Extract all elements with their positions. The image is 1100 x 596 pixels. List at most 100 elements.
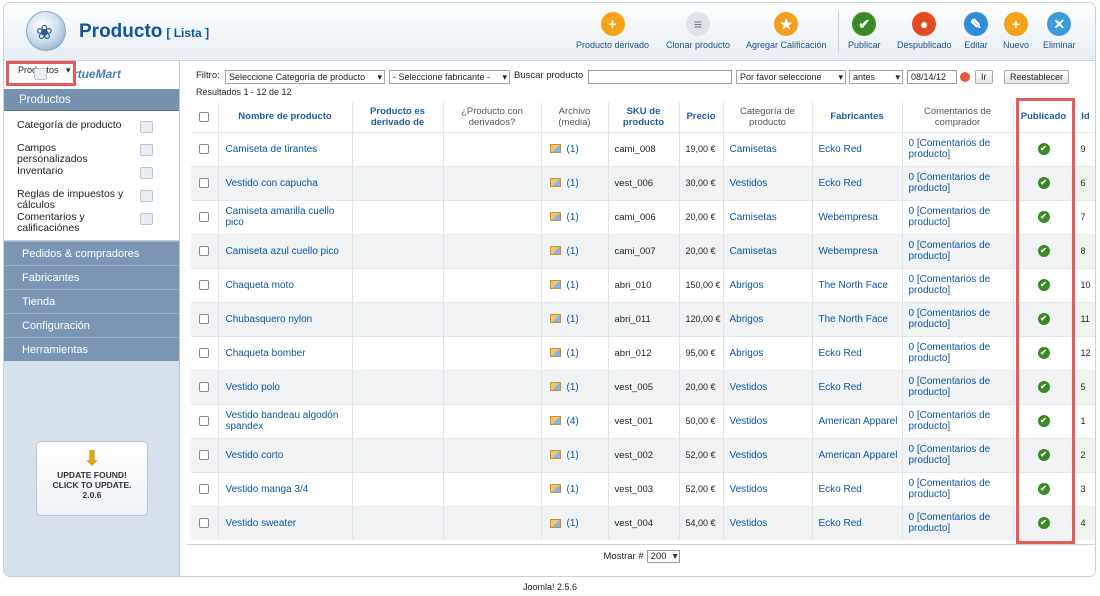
published-check-icon[interactable]: ✔ (1037, 449, 1050, 461)
reviews-link[interactable]: 0 [Comentarios de producto] (909, 444, 991, 466)
sidebar-item-2[interactable]: Campos personalizados (4, 140, 179, 165)
sidebar-item-3[interactable]: Inventario (4, 163, 179, 186)
manufacturer-link[interactable]: The North Face (819, 314, 888, 325)
media-count-link[interactable]: (1) (567, 348, 579, 359)
category-link[interactable]: Abrigos (730, 314, 764, 325)
category-link[interactable]: Vestidos (730, 450, 768, 461)
select-all-checkbox[interactable] (199, 111, 210, 122)
product-name-link[interactable]: Vestido polo (226, 382, 281, 393)
product-name-link[interactable]: Vestido bandeau algodón spandex (226, 410, 339, 432)
sidebar-group-4[interactable]: Herramientas (4, 337, 179, 361)
sidebar-item-0[interactable]: Categoría de producto (4, 117, 179, 140)
product-name-link[interactable]: Vestido con capucha (226, 178, 318, 189)
product-name-link[interactable]: Chaqueta moto (226, 280, 294, 291)
col-header-manufacturer[interactable]: Fabricantes (812, 102, 903, 132)
published-check-icon[interactable]: ✔ (1037, 211, 1050, 223)
category-link[interactable]: Abrigos (730, 280, 764, 291)
reviews-link[interactable]: 0 [Comentarios de producto] (909, 478, 991, 500)
published-check-icon[interactable]: ✔ (1037, 415, 1050, 427)
toolbar-button-4[interactable]: ● Despublicado (897, 12, 952, 50)
toolbar-button-6[interactable]: + Nuevo (1003, 12, 1029, 50)
category-link[interactable]: Abrigos (730, 348, 764, 359)
row-checkbox[interactable] (199, 177, 210, 188)
col-header-published[interactable]: Publicado (1013, 102, 1075, 132)
reviews-link[interactable]: 0 [Comentarios de producto] (909, 206, 991, 228)
calendar-icon[interactable] (960, 72, 970, 82)
manufacturer-link[interactable]: Ecko Red (819, 178, 862, 189)
media-count-link[interactable]: (1) (567, 484, 579, 495)
search-product-input[interactable] (588, 70, 732, 84)
row-checkbox[interactable] (199, 211, 210, 222)
published-check-icon[interactable]: ✔ (1037, 347, 1050, 359)
manufacturer-link[interactable]: Ecko Red (819, 348, 862, 359)
sidebar-group-1[interactable]: Fabricantes (4, 265, 179, 289)
manufacturer-link[interactable]: Webempresa (819, 246, 878, 257)
reset-button[interactable]: Reestablecer (1004, 70, 1070, 84)
manufacturer-link[interactable]: American Apparel (819, 450, 898, 461)
col-header-sku[interactable]: SKU de producto (608, 102, 680, 132)
product-name-link[interactable]: Chaqueta bomber (226, 348, 306, 359)
published-check-icon[interactable]: ✔ (1037, 177, 1050, 189)
product-name-link[interactable]: Camiseta azul cuello pico (226, 246, 339, 257)
manufacturer-link[interactable]: American Apparel (819, 416, 898, 427)
row-checkbox[interactable] (199, 347, 210, 358)
toolbar-button-1[interactable]: ≡ Clonar producto (666, 12, 730, 50)
media-count-link[interactable]: (1) (567, 144, 579, 155)
toolbar-button-5[interactable]: ✎ Editar (964, 12, 988, 50)
product-name-link[interactable]: Camiseta amarilla cuello pico (226, 206, 335, 228)
category-link[interactable]: Camisetas (730, 246, 777, 257)
product-name-link[interactable]: Camiseta de tirantes (226, 144, 318, 155)
media-count-link[interactable]: (1) (567, 518, 579, 529)
sidebar-item-1[interactable]: Productos (6, 61, 76, 86)
media-count-link[interactable]: (1) (567, 382, 579, 393)
date-when-select[interactable]: antes (849, 70, 903, 84)
date-input[interactable]: 08/14/12 (907, 70, 957, 84)
category-link[interactable]: Camisetas (730, 212, 777, 223)
category-link[interactable]: Vestidos (730, 518, 768, 529)
product-name-link[interactable]: Chubasquero nylon (226, 314, 313, 325)
published-check-icon[interactable]: ✔ (1037, 245, 1050, 257)
manufacturer-link[interactable]: Ecko Red (819, 484, 862, 495)
media-count-link[interactable]: (4) (567, 416, 579, 427)
media-count-link[interactable]: (1) (567, 246, 579, 257)
col-header-price[interactable]: Precio (679, 102, 724, 132)
media-count-link[interactable]: (1) (567, 178, 579, 189)
media-count-link[interactable]: (1) (567, 212, 579, 223)
toolbar-button-7[interactable]: ✕ Eliminar (1043, 12, 1076, 50)
col-header-name[interactable]: Nombre de producto (218, 102, 353, 132)
reviews-link[interactable]: 0 [Comentarios de producto] (909, 376, 991, 398)
sidebar-item-5[interactable]: Comentarios y calificaciónes (4, 209, 179, 234)
col-header-derived-from[interactable]: Producto es derivado de (352, 102, 444, 132)
reviews-link[interactable]: 0 [Comentarios de producto] (909, 308, 991, 330)
row-checkbox[interactable] (199, 143, 210, 154)
media-count-link[interactable]: (1) (567, 280, 579, 291)
media-count-link[interactable]: (1) (567, 450, 579, 461)
product-name-link[interactable]: Vestido corto (226, 450, 284, 461)
items-per-page-select[interactable]: 200 (646, 549, 681, 563)
sidebar-group-0[interactable]: Pedidos & compradores (4, 241, 179, 265)
manufacturer-link[interactable]: Webempresa (819, 212, 878, 223)
row-checkbox[interactable] (199, 245, 210, 256)
published-check-icon[interactable]: ✔ (1037, 381, 1050, 393)
published-check-icon[interactable]: ✔ (1037, 483, 1050, 495)
reviews-link[interactable]: 0 [Comentarios de producto] (909, 274, 991, 296)
category-link[interactable]: Vestidos (730, 416, 768, 427)
reviews-link[interactable]: 0 [Comentarios de producto] (909, 512, 991, 534)
manufacturer-filter-select[interactable]: - Seleccione fabricante - (389, 70, 510, 84)
row-checkbox[interactable] (199, 415, 210, 426)
product-name-link[interactable]: Vestido sweater (226, 518, 297, 529)
category-link[interactable]: Camisetas (730, 144, 777, 155)
sidebar-group-3[interactable]: Configuración (4, 313, 179, 337)
category-link[interactable]: Vestidos (730, 484, 768, 495)
row-checkbox[interactable] (199, 381, 210, 392)
manufacturer-link[interactable]: Ecko Red (819, 144, 862, 155)
reviews-link[interactable]: 0 [Comentarios de producto] (909, 138, 991, 160)
published-check-icon[interactable]: ✔ (1037, 143, 1050, 155)
published-check-icon[interactable]: ✔ (1037, 517, 1050, 530)
manufacturer-link[interactable]: Ecko Red (819, 518, 862, 529)
go-button[interactable]: Ir (975, 70, 993, 84)
toolbar-button-2[interactable]: ★ Agregar Calificación (746, 12, 827, 50)
row-checkbox[interactable] (199, 483, 210, 494)
reviews-link[interactable]: 0 [Comentarios de producto] (909, 342, 991, 364)
reviews-link[interactable]: 0 [Comentarios de producto] (909, 172, 991, 194)
